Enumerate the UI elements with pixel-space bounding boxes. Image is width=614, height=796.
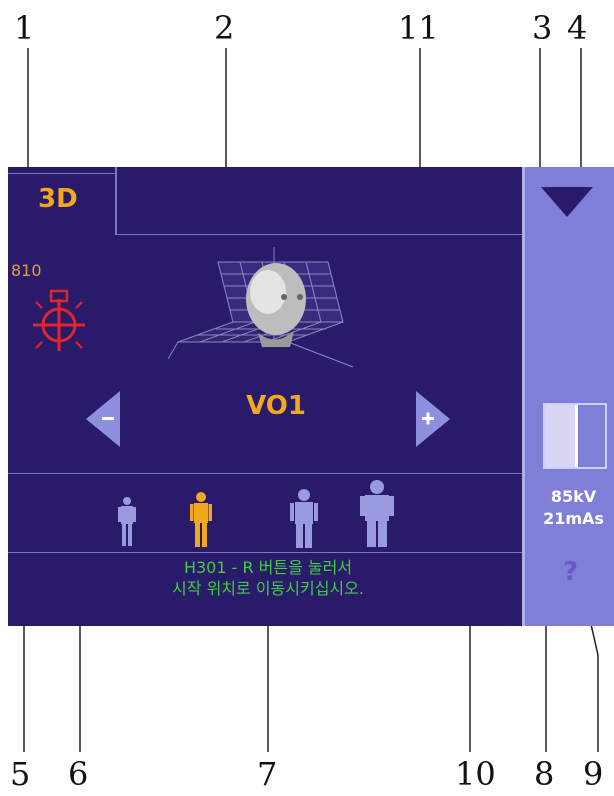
triangle-down-icon[interactable] (541, 185, 593, 219)
patient-large-icon[interactable] (360, 480, 394, 548)
device-screen: 3D 810 VO1 H301 - R 버튼을 눌러서 시작 위치로 이동시키십… (8, 167, 614, 626)
laser-target-icon[interactable] (26, 285, 94, 357)
exposure-readout: 85kV 21mAs (525, 486, 614, 530)
patient-small-icon[interactable] (118, 497, 136, 547)
status-line-2: 시작 위치로 이동시키십시오. (172, 579, 364, 598)
status-message: H301 - R 버튼을 눌러서 시작 위치로 이동시키십시오. (48, 557, 488, 599)
collimator-icon[interactable] (543, 403, 607, 469)
patient-medium-icon[interactable] (290, 489, 318, 549)
help-icon[interactable]: ? (563, 557, 578, 587)
mode-label: VO1 (246, 391, 306, 421)
patient-child-icon[interactable] (190, 492, 212, 548)
tab-divider (115, 234, 522, 235)
divider-lower (8, 552, 522, 553)
tab-label: 3D (38, 184, 78, 214)
kv-value: 85kV (550, 487, 597, 506)
divider-upper (8, 473, 522, 474)
arrow-left-minus-icon[interactable] (86, 389, 124, 449)
mas-value: 21mAs (543, 509, 604, 528)
main-panel: 3D 810 VO1 H301 - R 버튼을 눌러서 시작 위치로 이동시키십… (8, 167, 522, 626)
arrow-right-plus-icon[interactable] (412, 389, 450, 449)
tab-3d[interactable]: 3D (8, 167, 117, 235)
3d-head-icon (168, 247, 354, 368)
status-line-1: H301 - R 버튼을 눌러서 (183, 558, 353, 577)
tab-top-line (8, 173, 115, 174)
counter-readout: 810 (11, 261, 42, 280)
